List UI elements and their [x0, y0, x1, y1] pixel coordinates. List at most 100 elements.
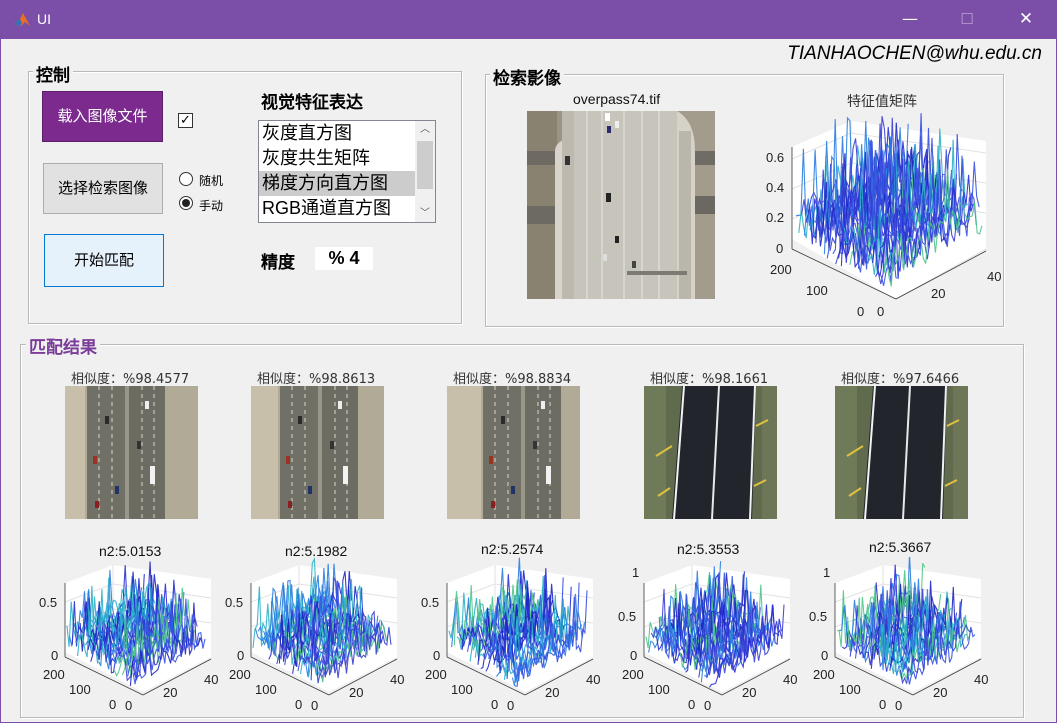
result-image[interactable] — [447, 386, 580, 519]
x-tick: 20 — [349, 685, 363, 700]
radio-manual-label: 手动 — [199, 199, 224, 213]
similarity-label: 相似度：%98.8613 — [257, 372, 376, 387]
query-image — [527, 111, 715, 299]
start-match-button[interactable]: 开始匹配 — [44, 234, 164, 287]
z-tick: 0 — [51, 648, 58, 663]
scroll-down-icon[interactable]: ﹀ — [415, 205, 435, 222]
x-tick: 40 — [204, 672, 218, 687]
x-tick: 20 — [742, 685, 756, 700]
x-tick: 0 — [877, 304, 884, 319]
x-tick: 0 — [704, 698, 711, 713]
radio-manual[interactable] — [179, 196, 193, 210]
scroll-up-icon[interactable]: ︿ — [415, 121, 435, 138]
y-tick: 200 — [813, 667, 835, 682]
result-feature-plot: 1 0.5 0 200 100 0 0 20 40 — [618, 561, 797, 713]
minimize-button[interactable]: — — [887, 1, 933, 39]
x-tick: 40 — [586, 672, 600, 687]
x-tick: 20 — [163, 685, 177, 700]
x-tick: 0 — [311, 698, 318, 713]
y-tick: 200 — [770, 262, 792, 277]
y-tick: 0 — [857, 304, 864, 319]
y-tick: 0 — [879, 697, 886, 712]
n2-label: n2:5.3667 — [869, 539, 932, 555]
control-panel-title: 控制 — [33, 61, 73, 86]
y-tick: 0 — [109, 697, 116, 712]
z-tick: 0.5 — [225, 595, 243, 610]
n2-label: n2:5.3553 — [677, 541, 740, 557]
radio-random-label: 随机 — [199, 174, 224, 188]
feature-matrix-plot: 0.6 0.4 0.2 0 200 100 0 0 20 40 — [766, 113, 1001, 319]
y-tick: 0 — [491, 697, 498, 712]
listbox-scrollbar[interactable]: ︿ ﹀ — [415, 121, 435, 222]
y-tick: 100 — [451, 682, 473, 697]
maximize-button[interactable]: ☐ — [944, 1, 990, 39]
z-tick: 0 — [237, 648, 244, 663]
author-email: TIANHAOCHEN@whu.edu.cn — [787, 43, 1042, 64]
y-tick: 200 — [425, 667, 447, 682]
z-tick: 0 — [821, 648, 828, 663]
load-image-button[interactable]: 载入图像文件 — [42, 91, 163, 142]
query-image-title: overpass74.tif — [573, 91, 661, 107]
y-tick: 100 — [69, 682, 91, 697]
feature-listbox[interactable]: 灰度直方图 灰度共生矩阵 梯度方向直方图 RGB通道直方图 ︿ ﹀ — [258, 120, 436, 223]
similarity-label: 相似度：%98.8834 — [453, 372, 572, 387]
window-title: UI — [37, 11, 51, 27]
result-image[interactable] — [835, 386, 968, 519]
x-tick: 20 — [545, 685, 559, 700]
x-tick: 40 — [987, 269, 1001, 284]
checkbox[interactable]: ✓ — [178, 113, 193, 128]
close-button[interactable]: ✕ — [1003, 1, 1049, 39]
x-tick: 40 — [783, 672, 797, 687]
result-feature-plot: 0.5 0 200 100 0 0 20 40 — [421, 557, 600, 713]
result-image[interactable] — [65, 386, 198, 519]
z-tick: 0.5 — [421, 595, 439, 610]
y-tick: 100 — [806, 283, 828, 298]
feature-option[interactable]: 灰度直方图 — [259, 121, 415, 146]
y-tick: 0 — [688, 697, 695, 712]
result-feature-plot: 0.5 0 200 100 0 0 20 40 — [225, 557, 404, 713]
z-tick: 0.5 — [618, 609, 636, 624]
z-tick: 0.2 — [766, 210, 784, 225]
feature-option[interactable]: 灰度共生矩阵 — [259, 146, 415, 171]
z-tick: 1 — [632, 565, 639, 580]
results-panel-title: 匹配结果 — [26, 333, 100, 358]
y-tick: 100 — [839, 682, 861, 697]
x-tick: 20 — [931, 286, 945, 301]
similarity-label: 相似度：%98.4577 — [71, 372, 190, 387]
x-tick: 40 — [390, 672, 404, 687]
scroll-thumb[interactable] — [417, 141, 433, 189]
x-tick: 40 — [974, 672, 988, 687]
matlab-icon — [14, 13, 30, 27]
y-tick: 0 — [295, 697, 302, 712]
z-tick: 0 — [433, 648, 440, 663]
feature-option[interactable]: RGB通道直方图 — [259, 196, 415, 221]
similarity-label: 相似度：%97.6466 — [841, 372, 960, 387]
n2-label: n2:5.2574 — [481, 541, 544, 557]
y-tick: 100 — [648, 682, 670, 697]
y-tick: 200 — [229, 667, 251, 682]
result-feature-plot: 1 0.5 0 200 100 0 0 20 40 — [809, 557, 988, 713]
title-bar: UI — ☐ ✕ — [1, 1, 1056, 39]
z-tick: 0.4 — [766, 180, 784, 195]
select-image-button[interactable]: 选择检索图像 — [43, 163, 163, 214]
z-tick: 0.5 — [809, 609, 827, 624]
x-tick: 0 — [895, 698, 902, 713]
similarity-label: 相似度：%98.1661 — [650, 372, 769, 387]
retrieval-panel-title: 检索影像 — [490, 64, 564, 89]
accuracy-value: % 4 — [315, 247, 373, 270]
x-tick: 0 — [507, 698, 514, 713]
x-tick: 20 — [933, 685, 947, 700]
feature-title: 视觉特征表达 — [261, 93, 363, 113]
radio-random[interactable] — [179, 172, 193, 186]
z-tick: 0 — [630, 648, 637, 663]
result-feature-plot: 0.5 0 200 100 0 0 20 40 — [39, 561, 218, 713]
accuracy-label: 精度 — [261, 253, 295, 273]
z-tick: 0 — [776, 241, 783, 256]
feature-option-selected[interactable]: 梯度方向直方图 — [259, 171, 415, 196]
app-window: UI — ☐ ✕ TIANHAOCHEN@whu.edu.cn 控制 载入图像文… — [0, 0, 1057, 723]
result-image[interactable] — [644, 386, 777, 519]
result-image[interactable] — [251, 386, 384, 519]
z-tick: 1 — [823, 565, 830, 580]
z-tick: 0.6 — [766, 150, 784, 165]
y-tick: 200 — [43, 667, 65, 682]
